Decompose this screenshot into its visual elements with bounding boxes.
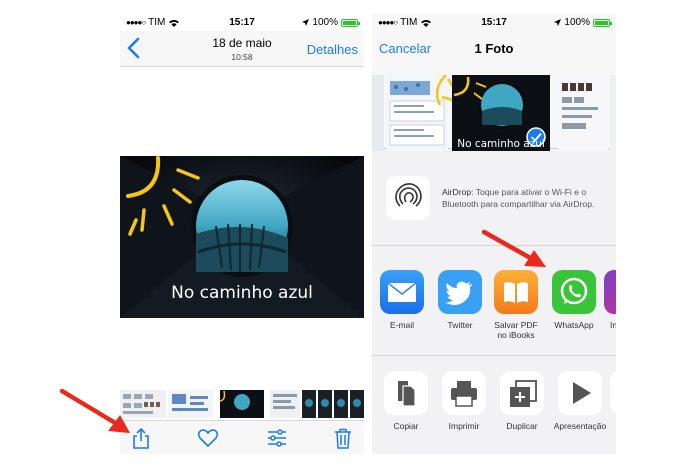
favorite-heart-icon[interactable]	[197, 427, 219, 449]
more-actions-tile[interactable]	[610, 371, 616, 415]
details-button[interactable]: Detalhes	[307, 42, 358, 57]
duplicate-icon[interactable]	[500, 371, 544, 415]
share-app-label: In	[610, 320, 616, 330]
ibooks-icon[interactable]	[494, 270, 538, 314]
share-app-instagram[interactable]: In	[604, 270, 616, 330]
instagram-icon[interactable]	[604, 270, 616, 314]
navigation-bar: 18 de maio 10:58 Detalhes	[120, 31, 364, 67]
action-slideshow[interactable]: Apresentação	[552, 371, 608, 431]
page: ●●●●○ TIM 15:17 100% 18 de maio 10:58 De…	[0, 0, 695, 472]
location-icon	[554, 19, 562, 26]
share-app-label: E-mail	[389, 320, 415, 330]
airdrop-icon-tile[interactable]	[386, 176, 430, 220]
action-label: Apresentação	[553, 421, 607, 431]
edit-adjustments-icon[interactable]	[266, 427, 288, 449]
share-app-twitter[interactable]: Twitter	[434, 270, 486, 330]
battery-icon	[593, 18, 612, 27]
action-duplicate[interactable]: Duplicar	[494, 371, 550, 431]
action-copy[interactable]: Copiar	[378, 371, 434, 431]
filmstrip-thumbnails[interactable]	[120, 388, 364, 420]
bottom-toolbar	[120, 420, 364, 454]
battery-percent: 100%	[312, 17, 338, 28]
photo-viewer-screen: ●●●●○ TIM 15:17 100% 18 de maio 10:58 De…	[120, 14, 364, 454]
twitter-icon[interactable]	[438, 270, 482, 314]
copy-icon[interactable]	[384, 371, 428, 415]
action-label: Copiar	[393, 421, 419, 431]
share-actions-row: Copiar Imprimir Duplicar Apresentação	[372, 369, 616, 454]
action-label: Duplicar	[506, 421, 538, 431]
action-label: Imprimir	[448, 421, 480, 431]
share-app-ibooks[interactable]: Salvar PDF no iBooks	[490, 270, 542, 340]
share-app-email[interactable]: E-mail	[376, 270, 428, 330]
status-bar: ●●●●○ TIM 15:17 100%	[120, 14, 364, 31]
battery-icon	[341, 18, 360, 27]
trash-icon[interactable]	[332, 427, 354, 449]
share-app-label: Salvar PDF no iBooks	[494, 320, 538, 340]
photo-filmstrip[interactable]	[120, 388, 364, 420]
action-print[interactable]: Imprimir	[436, 371, 492, 431]
share-app-label: WhatsApp	[554, 320, 594, 330]
status-bar: ●●●●○ TIM 15:17 100%	[372, 14, 616, 31]
whatsapp-icon[interactable]	[552, 270, 596, 314]
battery-percent: 100%	[564, 17, 590, 28]
share-sheet-title: 1 Foto	[474, 41, 514, 56]
share-apps-row: E-mail Twitter Salvar PDF no iBooks What…	[372, 264, 616, 356]
mail-icon[interactable]	[380, 270, 424, 314]
print-icon[interactable]	[442, 371, 486, 415]
annotation-arrow-share	[59, 388, 130, 433]
share-app-label: Twitter	[447, 320, 473, 330]
airdrop-icon	[395, 183, 422, 207]
location-icon	[302, 19, 310, 26]
photo-main: No caminho azul	[120, 156, 364, 318]
photo-caption-text: No caminho azul	[171, 283, 313, 303]
slideshow-icon[interactable]	[558, 371, 602, 415]
strip-photo-caption: No caminho azul	[457, 138, 545, 150]
share-sheet-header: Cancelar 1 Foto No caminho azul	[372, 31, 616, 151]
share-app-whatsapp[interactable]: WhatsApp	[548, 270, 600, 330]
airdrop-label: AirDrop	[442, 187, 472, 197]
annotation-arrow-whatsapp	[481, 229, 546, 267]
